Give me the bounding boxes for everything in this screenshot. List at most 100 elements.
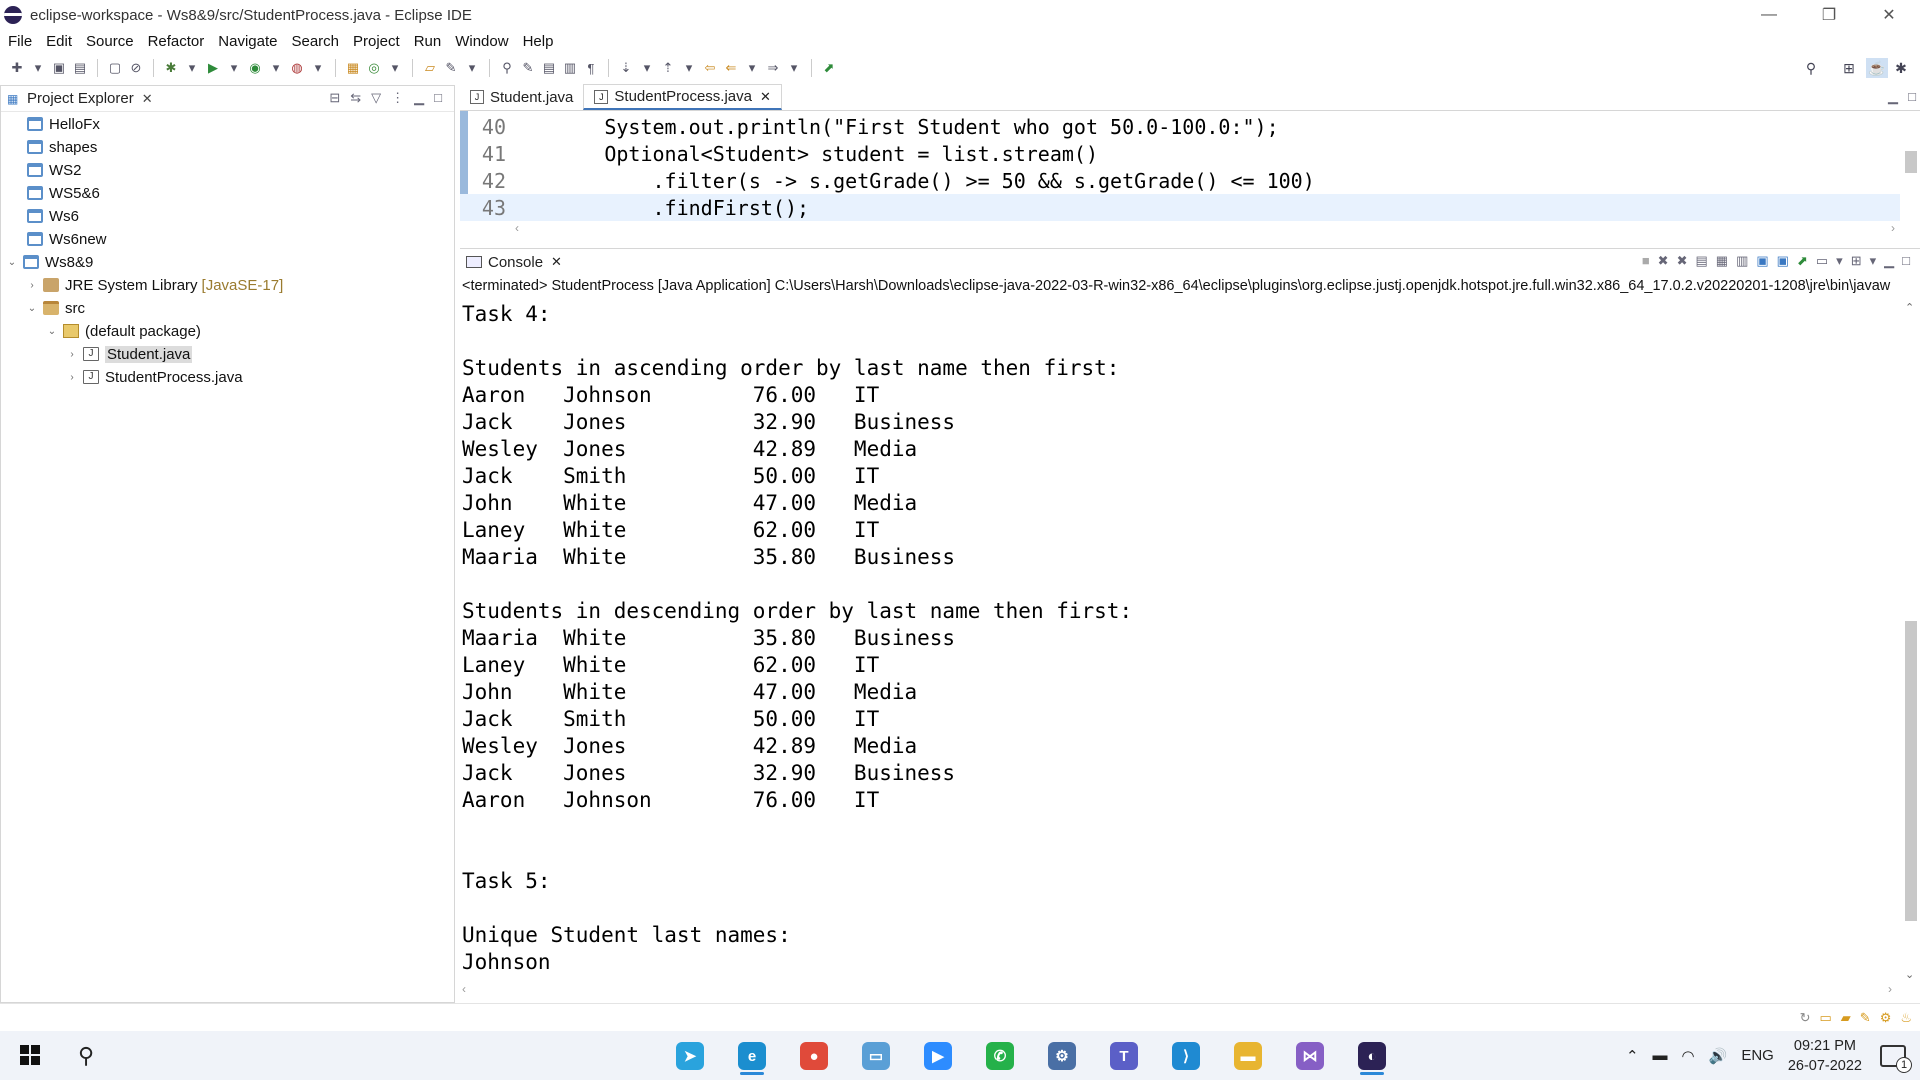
minimize-button[interactable]: — bbox=[1740, 0, 1798, 30]
wifi-icon[interactable]: ◠ bbox=[1682, 1047, 1695, 1065]
back-icon[interactable]: ⇐ bbox=[722, 59, 740, 77]
language-indicator[interactable]: ENG bbox=[1741, 1047, 1774, 1064]
previous-annotation-icon[interactable]: ⇡ bbox=[659, 59, 677, 77]
filter-icon[interactable]: ▽ bbox=[371, 90, 381, 106]
dropdown-icon[interactable]: ▾ bbox=[680, 59, 698, 77]
toggle-mark-icon[interactable]: ⚲ bbox=[498, 59, 516, 77]
book-icon[interactable]: ▭ bbox=[1819, 1010, 1831, 1026]
last-edit-icon[interactable]: ⇦ bbox=[701, 59, 719, 77]
new-java-class-icon[interactable]: ◎ bbox=[365, 59, 383, 77]
dropdown-icon[interactable]: ▾ bbox=[463, 59, 481, 77]
tree-item-jre-library[interactable]: › JRE System Library [JavaSE-17] bbox=[25, 274, 283, 296]
tab-student-java[interactable]: J Student.java bbox=[460, 84, 583, 110]
menu-edit[interactable]: Edit bbox=[46, 33, 72, 50]
menu-file[interactable]: File bbox=[8, 33, 32, 50]
taskbar-app-whatsapp[interactable]: ✆ bbox=[980, 1037, 1020, 1075]
taskbar-app-visual-studio[interactable]: ⋈ bbox=[1290, 1037, 1330, 1075]
chevron-right-icon[interactable]: › bbox=[25, 280, 39, 291]
debug-icon[interactable]: ✱ bbox=[162, 59, 180, 77]
taskbar-app-vscode[interactable]: ⟩ bbox=[1166, 1037, 1206, 1075]
taskbar-app-file-explorer[interactable]: ▬ bbox=[1228, 1037, 1268, 1075]
taskbar-app-eclipse[interactable]: ◐ bbox=[1352, 1037, 1392, 1075]
scroll-right-icon[interactable]: › bbox=[1888, 982, 1892, 996]
dropdown-icon[interactable]: ▾ bbox=[743, 59, 761, 77]
tree-item-ws2[interactable]: WS2 bbox=[9, 159, 82, 181]
scroll-lock-icon[interactable]: ▦ bbox=[1716, 253, 1728, 269]
debug-perspective-icon[interactable]: ✱ bbox=[1890, 58, 1912, 78]
external-tools-icon[interactable]: ◍ bbox=[288, 59, 306, 77]
tree-item-shapes[interactable]: shapes bbox=[9, 136, 97, 158]
sync-icon[interactable]: ↻ bbox=[1800, 1010, 1811, 1026]
collapse-all-icon[interactable]: ⊟ bbox=[329, 90, 340, 106]
scrollbar-thumb[interactable] bbox=[1905, 151, 1917, 173]
coverage-icon[interactable]: ◉ bbox=[246, 59, 264, 77]
speaker-icon[interactable]: 🔊 bbox=[1709, 1047, 1728, 1065]
scroll-up-icon[interactable]: ⌃ bbox=[1905, 301, 1914, 314]
menu-source[interactable]: Source bbox=[86, 33, 134, 50]
open-perspective-icon[interactable]: ⊞ bbox=[1838, 58, 1860, 78]
dropdown-icon[interactable]: ▾ bbox=[638, 59, 656, 77]
battery-icon[interactable]: ▬ bbox=[1653, 1047, 1668, 1064]
maximize-view-icon[interactable]: □ bbox=[1908, 89, 1916, 104]
dropdown-icon[interactable]: ▾ bbox=[1870, 253, 1877, 269]
edit-icon[interactable]: ✎ bbox=[519, 59, 537, 77]
menu-search[interactable]: Search bbox=[291, 33, 339, 50]
show-on-output-icon[interactable]: ▣ bbox=[1756, 253, 1768, 269]
run-icon[interactable]: ▶ bbox=[204, 59, 222, 77]
dropdown-icon[interactable]: ▾ bbox=[309, 59, 327, 77]
chevron-down-icon[interactable]: ⌄ bbox=[5, 257, 19, 268]
save-icon[interactable]: ▣ bbox=[50, 59, 68, 77]
show-on-error-icon[interactable]: ▣ bbox=[1777, 253, 1789, 269]
taskbar-app-network[interactable]: ⚙ bbox=[1042, 1037, 1082, 1075]
scroll-down-icon[interactable]: ⌄ bbox=[1905, 968, 1914, 981]
tab-console[interactable]: Console ✕ bbox=[460, 249, 568, 275]
maximize-button[interactable]: ❐ bbox=[1800, 0, 1858, 30]
scroll-left-icon[interactable]: ‹ bbox=[515, 221, 519, 235]
menu-help[interactable]: Help bbox=[523, 33, 554, 50]
close-icon[interactable]: ✕ bbox=[760, 89, 771, 105]
block-select-icon[interactable]: ▤ bbox=[540, 59, 558, 77]
dropdown-icon[interactable]: ▾ bbox=[267, 59, 285, 77]
tree-item-student-java[interactable]: › J Student.java bbox=[65, 343, 193, 365]
taskbar-app-zoom[interactable]: ▶ bbox=[918, 1037, 958, 1075]
maximize-view-icon[interactable]: □ bbox=[1902, 253, 1910, 269]
tab-studentprocess-java[interactable]: J StudentProcess.java ✕ bbox=[583, 84, 782, 110]
menu-project[interactable]: Project bbox=[353, 33, 400, 50]
chevron-right-icon[interactable]: › bbox=[65, 349, 79, 360]
tutorial-icon[interactable]: ▰ bbox=[1841, 1010, 1851, 1026]
dropdown-icon[interactable]: ▾ bbox=[386, 59, 404, 77]
console-vertical-scrollbar[interactable]: ⌃ ⌄ bbox=[1902, 301, 1918, 981]
close-icon[interactable]: ✕ bbox=[551, 254, 562, 270]
console-horizontal-scrollbar[interactable]: ‹ › bbox=[462, 982, 1892, 998]
clock[interactable]: 09:21 PM 26-07-2022 bbox=[1788, 1036, 1862, 1076]
chevron-right-icon[interactable]: › bbox=[65, 372, 79, 383]
lightbulb-icon[interactable]: ♨ bbox=[1900, 1010, 1912, 1026]
pin-console-icon[interactable]: ⬈ bbox=[1797, 253, 1808, 269]
pin-editor-icon[interactable]: ⬈ bbox=[820, 59, 838, 77]
menu-window[interactable]: Window bbox=[455, 33, 508, 50]
whitespace-icon[interactable]: ¶ bbox=[582, 59, 600, 77]
console-output[interactable]: Task 4: Students in ascending order by la… bbox=[462, 301, 1892, 981]
tree-item-src[interactable]: ⌄ src bbox=[25, 297, 85, 319]
save-all-icon[interactable]: ▤ bbox=[71, 59, 89, 77]
close-icon[interactable]: ✕ bbox=[142, 91, 153, 107]
new-icon[interactable]: ✚ bbox=[8, 59, 26, 77]
pencil-icon[interactable]: ✎ bbox=[1860, 1010, 1871, 1026]
dropdown-icon[interactable]: ▾ bbox=[785, 59, 803, 77]
display-console-icon[interactable]: ▭ bbox=[1816, 253, 1828, 269]
menu-refactor[interactable]: Refactor bbox=[148, 33, 205, 50]
tree-item-ws5-6[interactable]: WS5&6 bbox=[9, 182, 100, 204]
scrollbar-thumb[interactable] bbox=[1905, 621, 1917, 921]
skip-breakpoints-icon[interactable]: ⊘ bbox=[127, 59, 145, 77]
open-type-icon[interactable]: ▱ bbox=[421, 59, 439, 77]
word-wrap-icon[interactable]: ▥ bbox=[561, 59, 579, 77]
dropdown-icon[interactable]: ▾ bbox=[29, 59, 47, 77]
tree-item-ws6new[interactable]: Ws6new bbox=[9, 228, 107, 250]
dropdown-icon[interactable]: ▾ bbox=[225, 59, 243, 77]
tree-item-default-package[interactable]: ⌄ (default package) bbox=[45, 320, 201, 342]
menu-navigate[interactable]: Navigate bbox=[218, 33, 277, 50]
minimize-view-icon[interactable]: ▁ bbox=[1884, 253, 1894, 269]
notification-center-icon[interactable]: 1 bbox=[1880, 1044, 1912, 1073]
windows-start-icon[interactable] bbox=[20, 1045, 40, 1065]
editor-vertical-scrollbar[interactable] bbox=[1902, 111, 1918, 221]
